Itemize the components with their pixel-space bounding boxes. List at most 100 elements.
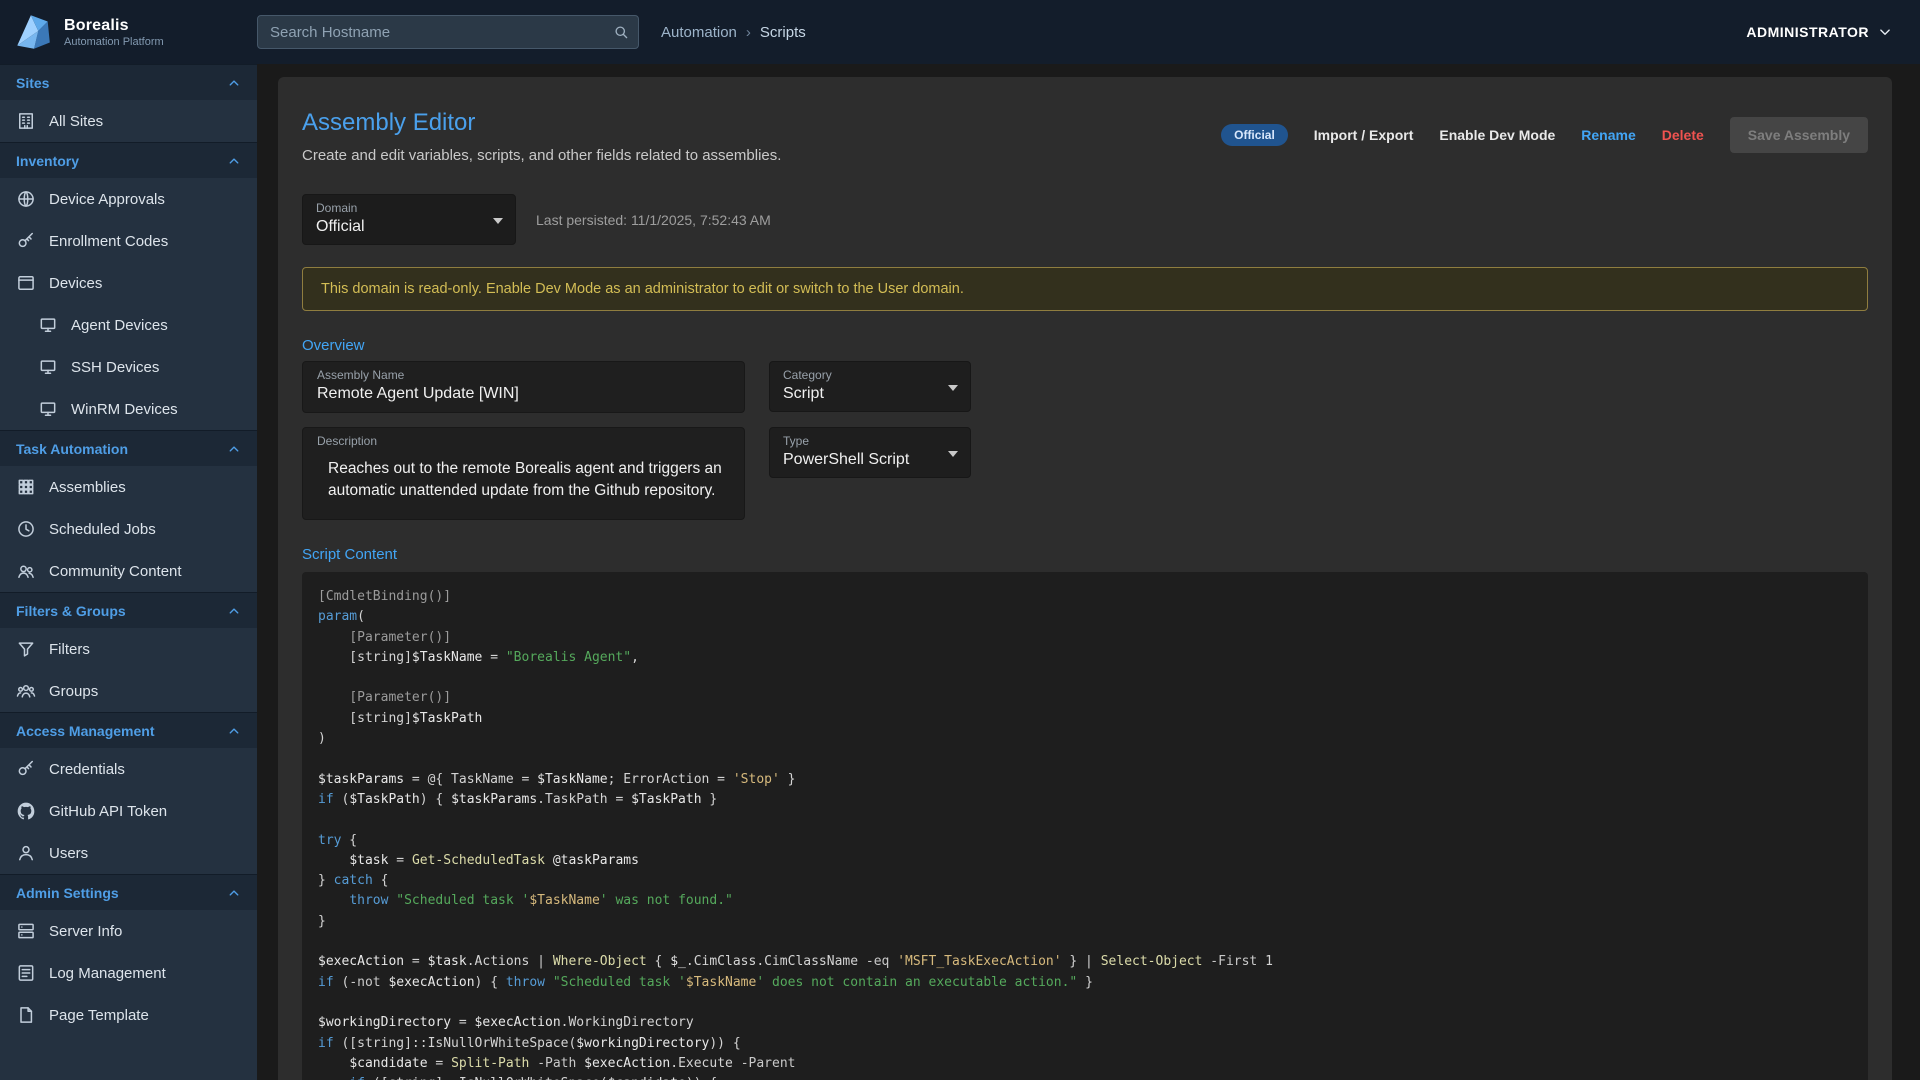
category-select[interactable]: Category Script bbox=[769, 361, 971, 412]
description-field[interactable]: Description Reaches out to the remote Bo… bbox=[302, 427, 745, 520]
sidebar-section-label: Filters & Groups bbox=[16, 603, 126, 619]
description-value: Reaches out to the remote Borealis agent… bbox=[328, 458, 722, 502]
code-line: [string]$TaskName = "Borealis Agent", bbox=[318, 648, 1852, 668]
editor-header: Assembly Editor Create and edit variable… bbox=[302, 101, 1868, 164]
sidebar-item-winrm-devices[interactable]: WinRM Devices bbox=[0, 388, 257, 430]
sidebar-section-filters-groups[interactable]: Filters & Groups bbox=[0, 592, 257, 628]
chevron-up-icon bbox=[225, 884, 243, 902]
chevron-up-icon bbox=[225, 74, 243, 92]
breadcrumb-separator: › bbox=[746, 24, 751, 41]
sidebar-section-inventory[interactable]: Inventory bbox=[0, 142, 257, 178]
overview-section-label: Overview bbox=[302, 337, 1868, 354]
filter-icon bbox=[16, 639, 36, 659]
code-line: if ($TaskPath) { $taskParams.TaskPath = … bbox=[318, 790, 1852, 810]
sidebar-item-filters[interactable]: Filters bbox=[0, 628, 257, 670]
domain-select-value: Official bbox=[316, 218, 479, 236]
groups-icon bbox=[16, 681, 36, 701]
code-line bbox=[318, 749, 1852, 769]
code-line: if ([string]::IsNullOrWhiteSpace($candid… bbox=[318, 1074, 1852, 1080]
monitor-icon bbox=[38, 357, 58, 377]
type-select-value: PowerShell Script bbox=[783, 451, 934, 469]
code-line: try { bbox=[318, 831, 1852, 851]
search-input[interactable] bbox=[257, 15, 639, 49]
domain-status-badge: Official bbox=[1221, 124, 1288, 146]
sidebar-section-admin-settings[interactable]: Admin Settings bbox=[0, 874, 257, 910]
breadcrumb-item-scripts[interactable]: Scripts bbox=[760, 24, 806, 41]
sidebar-item-all-sites[interactable]: All Sites bbox=[0, 100, 257, 142]
code-line: [CmdletBinding()] bbox=[318, 587, 1852, 607]
key-icon bbox=[16, 231, 36, 251]
sidebar-item-scheduled-jobs[interactable]: Scheduled Jobs bbox=[0, 508, 257, 550]
chevron-up-icon bbox=[225, 602, 243, 620]
overview-form: Assembly Name Remote Agent Update [WIN] … bbox=[302, 361, 1868, 520]
readonly-warning-banner: This domain is read-only. Enable Dev Mod… bbox=[302, 267, 1868, 311]
github-icon bbox=[16, 801, 36, 821]
domain-select-label: Domain bbox=[316, 201, 479, 215]
code-line: $candidate = Split-Path -Path $execActio… bbox=[318, 1054, 1852, 1074]
sidebar-item-ssh-devices[interactable]: SSH Devices bbox=[0, 346, 257, 388]
chevron-up-icon bbox=[225, 722, 243, 740]
breadcrumb-item-automation[interactable]: Automation bbox=[661, 24, 737, 41]
user-menu-button[interactable]: ADMINISTRATOR bbox=[1746, 23, 1894, 41]
sidebar-item-github-api-token[interactable]: GitHub API Token bbox=[0, 790, 257, 832]
sidebar-item-enrollment-codes[interactable]: Enrollment Codes bbox=[0, 220, 257, 262]
key-icon bbox=[16, 759, 36, 779]
window-icon bbox=[16, 273, 36, 293]
domain-select[interactable]: Domain Official bbox=[302, 194, 516, 245]
sidebar-item-assemblies[interactable]: Assemblies bbox=[0, 466, 257, 508]
main-content: Assembly Editor Create and edit variable… bbox=[257, 64, 1920, 1080]
sidebar-item-log-management[interactable]: Log Management bbox=[0, 952, 257, 994]
code-line: ) bbox=[318, 729, 1852, 749]
sidebar-item-community-content[interactable]: Community Content bbox=[0, 550, 257, 592]
type-select[interactable]: Type PowerShell Script bbox=[769, 427, 971, 478]
script-editor[interactable]: [CmdletBinding()]param( [Parameter()] [s… bbox=[302, 572, 1868, 1080]
sidebar-item-users[interactable]: Users bbox=[0, 832, 257, 874]
enable-dev-mode-button[interactable]: Enable Dev Mode bbox=[1439, 127, 1555, 143]
code-line: $execAction = $task.Actions | Where-Obje… bbox=[318, 952, 1852, 972]
globe-icon bbox=[16, 189, 36, 209]
clock-icon bbox=[16, 519, 36, 539]
brand[interactable]: Borealis Automation Platform bbox=[12, 11, 257, 53]
rename-button[interactable]: Rename bbox=[1581, 127, 1635, 143]
people-icon bbox=[16, 561, 36, 581]
script-content-section-label: Script Content bbox=[302, 546, 1868, 563]
monitor-icon bbox=[38, 315, 58, 335]
sidebar-section-task-automation[interactable]: Task Automation bbox=[0, 430, 257, 466]
hostname-search bbox=[257, 15, 639, 49]
code-line: [Parameter()] bbox=[318, 688, 1852, 708]
save-assembly-button[interactable]: Save Assembly bbox=[1730, 117, 1868, 153]
breadcrumb: Automation › Scripts bbox=[661, 24, 806, 41]
server-icon bbox=[16, 921, 36, 941]
code-line bbox=[318, 810, 1852, 830]
user-menu-label: ADMINISTRATOR bbox=[1746, 24, 1869, 40]
chevron-down-icon bbox=[1876, 23, 1894, 41]
borealis-logo-icon bbox=[12, 11, 54, 53]
sidebar-item-page-template[interactable]: Page Template bbox=[0, 994, 257, 1036]
sidebar-item-agent-devices[interactable]: Agent Devices bbox=[0, 304, 257, 346]
building-icon bbox=[16, 111, 36, 131]
topbar: Borealis Automation Platform Automation ›… bbox=[0, 0, 1920, 64]
sidebar-nav: Sites All Sites Inventory Device Approva… bbox=[0, 64, 257, 1036]
code-line: $task = Get-ScheduledTask @taskParams bbox=[318, 851, 1852, 871]
code-line: [Parameter()] bbox=[318, 628, 1852, 648]
code-line: $workingDirectory = $execAction.WorkingD… bbox=[318, 1013, 1852, 1033]
sidebar-section-sites[interactable]: Sites bbox=[0, 64, 257, 100]
chevron-down-icon bbox=[948, 451, 958, 457]
code-line bbox=[318, 993, 1852, 1013]
import-export-button[interactable]: Import / Export bbox=[1314, 127, 1414, 143]
page-title: Assembly Editor bbox=[302, 109, 781, 137]
sidebar-item-server-info[interactable]: Server Info bbox=[0, 910, 257, 952]
delete-button[interactable]: Delete bbox=[1662, 127, 1704, 143]
sidebar-section-access-management[interactable]: Access Management bbox=[0, 712, 257, 748]
editor-actions: Official Import / Export Enable Dev Mode… bbox=[1221, 117, 1868, 153]
sidebar-section-label: Sites bbox=[16, 75, 49, 91]
monitor-icon bbox=[38, 399, 58, 419]
sidebar-item-credentials[interactable]: Credentials bbox=[0, 748, 257, 790]
assembly-name-value: Remote Agent Update [WIN] bbox=[317, 385, 730, 403]
sidebar-item-devices[interactable]: Devices bbox=[0, 262, 257, 304]
code-line: if ([string]::IsNullOrWhiteSpace($workin… bbox=[318, 1034, 1852, 1054]
sidebar-item-groups[interactable]: Groups bbox=[0, 670, 257, 712]
assembly-name-field[interactable]: Assembly Name Remote Agent Update [WIN] bbox=[302, 361, 745, 413]
sidebar-item-device-approvals[interactable]: Device Approvals bbox=[0, 178, 257, 220]
search-icon bbox=[612, 23, 630, 41]
